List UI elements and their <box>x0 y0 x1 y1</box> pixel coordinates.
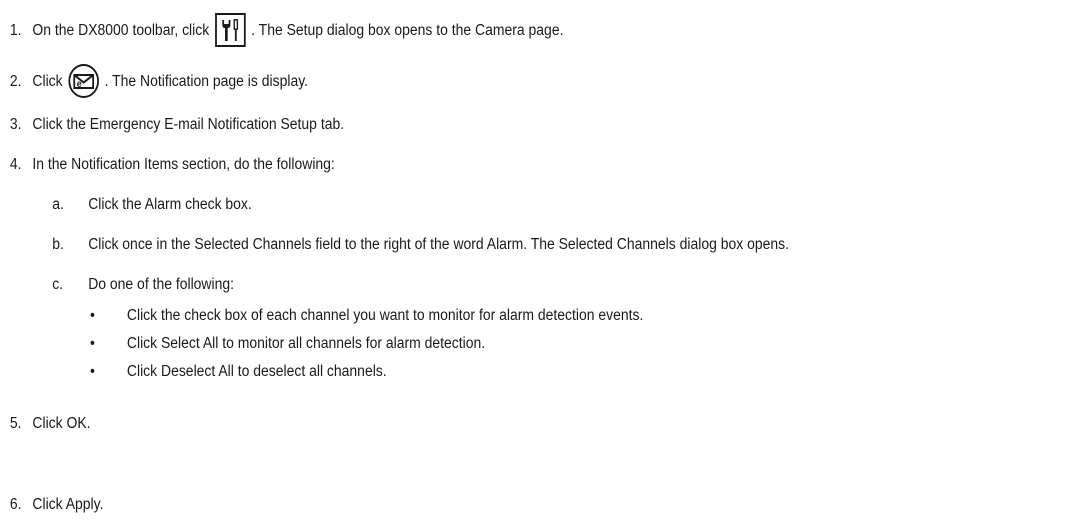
step-number: 3. <box>9 116 22 133</box>
email-notification-icon: e <box>68 64 99 98</box>
instruction-page: 1. On the DX8000 toolbar, click . The Se… <box>0 0 1079 529</box>
substep-letter: c. <box>52 276 64 293</box>
step-number: 2. <box>9 73 22 90</box>
step-text: Click OK. <box>32 415 91 432</box>
bullet-mark: • <box>90 363 95 380</box>
step-text: On the DX8000 toolbar, click . The Setup… <box>32 13 564 48</box>
substep-text: Do one of the following: <box>88 276 234 293</box>
step-text-after-icon: . The Notification page is display. <box>104 73 309 91</box>
substep-text: Click the Alarm check box. <box>88 196 252 213</box>
step-text-before-icon: On the DX8000 toolbar, click <box>32 22 210 40</box>
bullet-text: Click the check box of each channel you … <box>126 307 644 324</box>
svg-text:e: e <box>77 79 82 91</box>
step-text-after-icon: . The Setup dialog box opens to the Came… <box>251 22 564 40</box>
substep-letter: a. <box>52 196 64 213</box>
step-text: Click Apply. <box>32 496 104 513</box>
substep-letter: b. <box>52 236 64 253</box>
bullet-mark: • <box>90 307 95 324</box>
step-number: 6. <box>9 496 22 513</box>
step-text-before-icon: Click <box>32 73 63 91</box>
bullet-text: Click Select All to monitor all channels… <box>126 335 486 352</box>
step-number: 5. <box>9 415 22 432</box>
step-number: 4. <box>9 156 22 173</box>
step-text: In the Notification Items section, do th… <box>32 156 335 173</box>
step-number: 1. <box>9 22 22 39</box>
setup-tools-icon <box>214 13 246 47</box>
bullet-mark: • <box>90 335 95 352</box>
step-text: Click the Emergency E-mail Notification … <box>32 116 345 133</box>
substep-text: Click once in the Selected Channels fiel… <box>88 236 789 253</box>
bullet-text: Click Deselect All to deselect all chann… <box>126 363 387 380</box>
step-text: Click e . The Notification page is displ… <box>32 64 309 99</box>
